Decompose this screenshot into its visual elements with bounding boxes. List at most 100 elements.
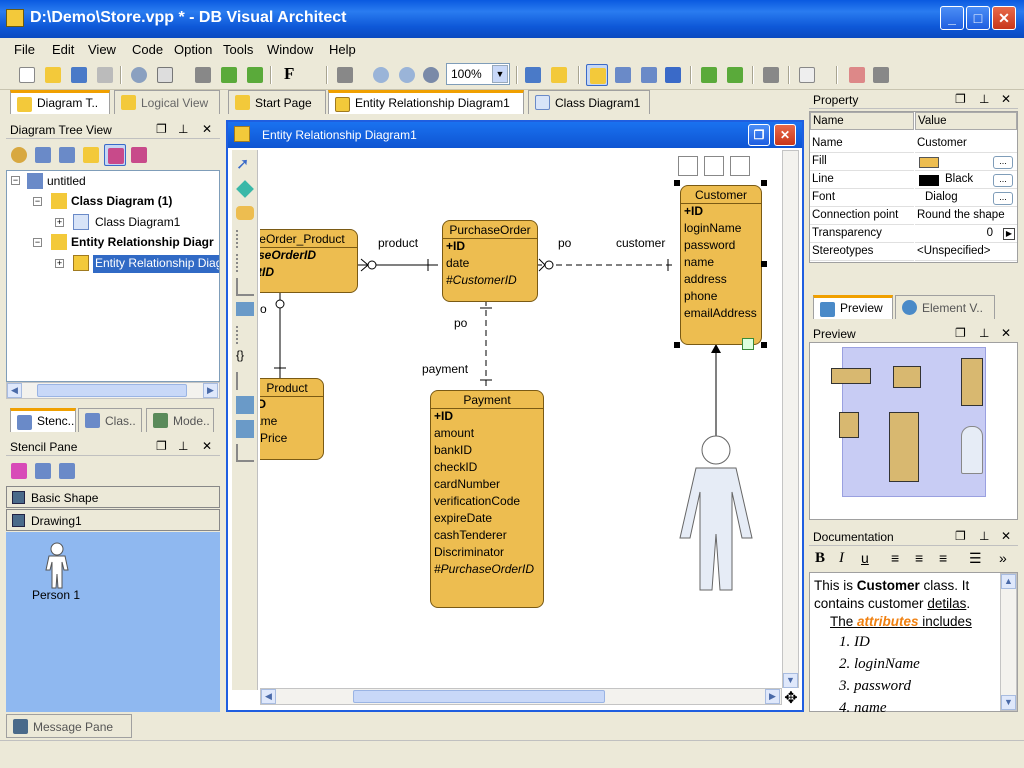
tab-logical-view[interactable]: Logical View [114, 90, 220, 114]
person-actor-icon[interactable] [678, 434, 758, 594]
generate-icon[interactable] [724, 64, 746, 86]
connector2-icon[interactable] [236, 254, 254, 272]
pan-icon[interactable]: ✥ [782, 688, 800, 707]
selection-handle[interactable] [674, 180, 680, 186]
bold-icon[interactable]: B [815, 550, 825, 567]
scroll-thumb[interactable] [37, 384, 187, 397]
sync-icon[interactable] [698, 64, 720, 86]
align-left-icon[interactable]: ≡ [891, 550, 899, 566]
elbow-icon[interactable] [236, 278, 254, 296]
entity-purchaseorder[interactable]: PurchaseOrder +ID date #CustomerID [442, 220, 538, 302]
pin-icon[interactable]: ⊥ [178, 439, 188, 453]
anchor-icon[interactable] [236, 372, 254, 390]
tree-icon[interactable] [32, 144, 54, 166]
menu-window[interactable]: Window [267, 42, 313, 57]
line-icon[interactable] [236, 444, 254, 462]
pin-icon[interactable]: ⊥ [979, 92, 989, 106]
property-value[interactable]: 0 ▶ [915, 225, 1017, 243]
print-icon[interactable] [94, 64, 116, 86]
menu-help[interactable]: Help [329, 42, 356, 57]
close-icon[interactable]: ✕ [1001, 326, 1011, 340]
numbered-list-icon[interactable]: ☰ [969, 550, 982, 567]
filter-icon[interactable] [128, 144, 150, 166]
scroll-down-icon[interactable]: ▼ [1001, 695, 1016, 710]
check-icon[interactable] [56, 460, 78, 482]
resource-icon[interactable] [678, 156, 698, 176]
tab-preview[interactable]: Preview [813, 295, 893, 319]
trash-icon[interactable] [870, 64, 892, 86]
report-icon[interactable] [846, 64, 868, 86]
ellipsis-button[interactable]: ... [993, 174, 1013, 187]
spinner-icon[interactable]: ▶ [1003, 228, 1015, 240]
insert-icon[interactable] [8, 460, 30, 482]
restore-icon[interactable]: ❐ [156, 122, 167, 136]
zoom-select[interactable]: 100% ▼ [446, 63, 510, 85]
entity-customer[interactable]: Customer +ID loginName password name add… [680, 185, 762, 345]
property-value[interactable]: Dialog... [915, 189, 1017, 207]
scroll-down-icon[interactable]: ▼ [783, 673, 798, 688]
tab-erd1[interactable]: Entity Relationship Diagram1 [328, 90, 524, 114]
format-icon[interactable] [548, 64, 570, 86]
package-icon[interactable] [236, 420, 254, 438]
selection-handle[interactable] [674, 342, 680, 348]
selection-handle[interactable] [761, 180, 767, 186]
show-model-icon[interactable] [586, 64, 608, 86]
new-icon[interactable] [16, 64, 38, 86]
tree2-icon[interactable] [56, 144, 78, 166]
tab-stencil[interactable]: Stenc.. [10, 408, 76, 432]
underline-icon[interactable]: u [861, 550, 869, 566]
pointer-icon[interactable]: ➚ [236, 154, 254, 173]
stencil-category-drawing1[interactable]: Drawing1 [6, 509, 220, 531]
validate-icon[interactable] [796, 64, 818, 86]
entity-icon[interactable] [236, 206, 254, 220]
menu-view[interactable]: View [88, 42, 116, 57]
resource-icon[interactable] [730, 156, 750, 176]
property-value[interactable]: Black... [915, 171, 1017, 189]
zoom-fit-icon[interactable] [420, 64, 442, 86]
collapse-icon[interactable]: − [33, 238, 42, 247]
copy-icon[interactable] [154, 64, 176, 86]
expand-icon[interactable]: + [55, 218, 64, 227]
close-button[interactable]: ✕ [992, 6, 1016, 30]
zoom-out-icon[interactable] [396, 64, 418, 86]
tab-element-viewer[interactable]: Element V.. [895, 295, 995, 319]
image-icon[interactable] [236, 396, 254, 414]
chevron-down-icon[interactable]: ▼ [492, 65, 508, 83]
restore-button[interactable]: ❐ [748, 124, 770, 146]
tree-hscrollbar[interactable]: ◀ ▶ [6, 382, 220, 399]
tree-node-class-diagram[interactable]: Class Diagram (1) [71, 194, 172, 212]
zoom-in-icon[interactable] [370, 64, 392, 86]
property-value[interactable]: <Unspecified> [915, 243, 1017, 261]
checklist-icon[interactable] [612, 64, 634, 86]
documentation-editor[interactable]: This is Customer class. It contains cust… [809, 572, 1018, 716]
more-icon[interactable]: » [999, 550, 1007, 566]
close-button[interactable]: ✕ [774, 124, 796, 146]
preview-area[interactable] [809, 342, 1018, 520]
tab-start-page[interactable]: Start Page [228, 90, 326, 114]
property-value[interactable]: Round the shape [915, 207, 1017, 225]
italic-icon[interactable]: I [839, 550, 844, 567]
pin-icon[interactable]: ⊥ [979, 529, 989, 543]
tab-class[interactable]: Clas.. [78, 408, 142, 432]
expand-icon[interactable]: + [55, 259, 64, 268]
braces-icon[interactable]: {} [236, 348, 254, 366]
select-icon[interactable] [32, 460, 54, 482]
restore-icon[interactable]: ❐ [156, 439, 167, 453]
redo-icon[interactable] [244, 64, 266, 86]
undo-icon[interactable] [218, 64, 240, 86]
align-center-icon[interactable]: ≡ [915, 550, 923, 566]
scroll-thumb[interactable] [353, 690, 605, 703]
ellipsis-button[interactable]: ... [993, 156, 1013, 169]
tab-message-pane[interactable]: Message Pane [6, 714, 132, 738]
resize-icon[interactable] [742, 338, 754, 350]
diagram-vscrollbar[interactable]: ▼ [782, 150, 799, 688]
tab-diagram-tree[interactable]: Diagram T.. [10, 90, 110, 114]
diamond-icon[interactable] [236, 180, 254, 198]
collapse-icon[interactable]: − [33, 197, 42, 206]
doc-vscrollbar[interactable]: ▲ ▼ [1000, 573, 1017, 711]
tab-class-diagram1[interactable]: Class Diagram1 [528, 90, 650, 114]
menu-file[interactable]: File [14, 42, 35, 57]
tab-model[interactable]: Mode.. [146, 408, 214, 432]
entity-product[interactable]: Product ID ame itPrice [260, 378, 324, 460]
tree-node-erd[interactable]: Entity Relationship Diagr [71, 235, 214, 253]
